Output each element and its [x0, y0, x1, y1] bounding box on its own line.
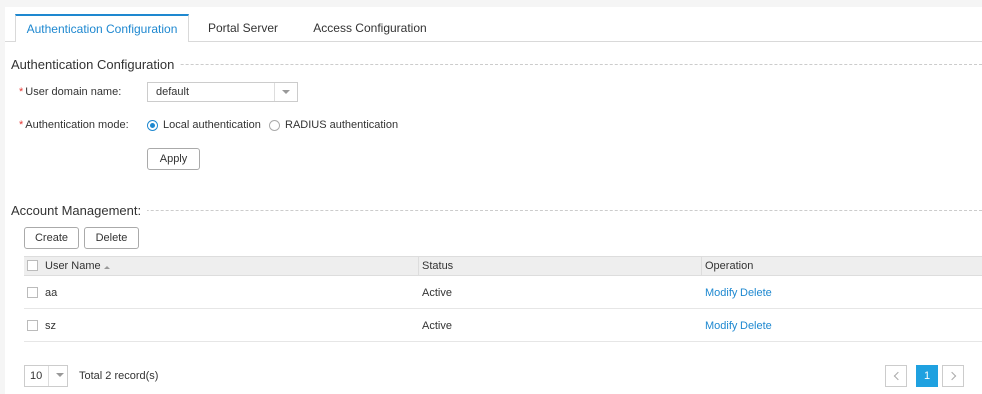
main-panel: Authentication Configuration Portal Serv… — [5, 7, 982, 394]
required-marker: * — [19, 119, 24, 131]
row-checkbox[interactable] — [27, 320, 38, 331]
cell-user-name: aa — [45, 287, 58, 299]
radio-radius-authentication[interactable] — [269, 120, 280, 131]
auth-section-title: Authentication Configuration — [11, 57, 181, 72]
create-button[interactable]: Create — [24, 227, 79, 249]
user-domain-select[interactable]: default — [147, 82, 298, 102]
tab-authentication-configuration[interactable]: Authentication Configuration — [15, 14, 189, 42]
section-divider — [11, 210, 982, 211]
column-divider — [701, 257, 702, 275]
total-records: Total 2 record(s) — [79, 370, 159, 382]
required-marker: * — [19, 86, 24, 98]
table-header: User Name Status Operation — [24, 256, 982, 276]
page-size-value: 10 — [30, 370, 43, 382]
sort-asc-icon[interactable] — [104, 266, 110, 269]
tab-bar: Authentication Configuration Portal Serv… — [5, 7, 982, 42]
column-status: Status — [422, 260, 454, 272]
delete-button[interactable]: Delete — [84, 227, 139, 249]
auth-mode-label: * Authentication mode: — [19, 119, 129, 131]
radio-radius-authentication-label[interactable]: RADIUS authentication — [285, 119, 398, 131]
row-checkbox[interactable] — [27, 287, 38, 298]
select-all-checkbox[interactable] — [27, 260, 38, 271]
table-row: sz Active Modify Delete — [24, 309, 982, 342]
chevron-down-icon[interactable] — [48, 366, 67, 386]
column-user-name[interactable]: User Name — [45, 260, 101, 272]
user-domain-label: * User domain name: — [19, 86, 121, 98]
modify-link[interactable]: Modify — [705, 320, 737, 332]
modify-link[interactable]: Modify — [705, 287, 737, 299]
auth-mode-label-text: Authentication mode: — [25, 119, 129, 131]
delete-link[interactable]: Delete — [740, 320, 772, 332]
radio-local-authentication-label[interactable]: Local authentication — [163, 119, 261, 131]
user-domain-label-text: User domain name: — [25, 86, 122, 98]
user-domain-value: default — [156, 86, 190, 98]
cell-user-name: sz — [45, 320, 56, 332]
cell-status: Active — [422, 320, 452, 332]
page-size-select[interactable]: 10 — [24, 365, 68, 387]
apply-button[interactable]: Apply — [147, 148, 200, 170]
account-section-title: Account Management: — [11, 203, 148, 218]
delete-link[interactable]: Delete — [740, 287, 772, 299]
next-page-icon[interactable] — [942, 365, 964, 387]
table-row: aa Active Modify Delete — [24, 276, 982, 309]
radio-local-authentication[interactable] — [147, 120, 158, 131]
cell-status: Active — [422, 287, 452, 299]
prev-page-icon[interactable] — [885, 365, 907, 387]
page-1-button[interactable]: 1 — [916, 365, 938, 387]
chevron-down-icon[interactable] — [274, 83, 297, 101]
tab-access-configuration[interactable]: Access Configuration — [305, 15, 435, 41]
tab-portal-server[interactable]: Portal Server — [198, 15, 288, 41]
column-divider — [418, 257, 419, 275]
column-operation: Operation — [705, 260, 754, 272]
